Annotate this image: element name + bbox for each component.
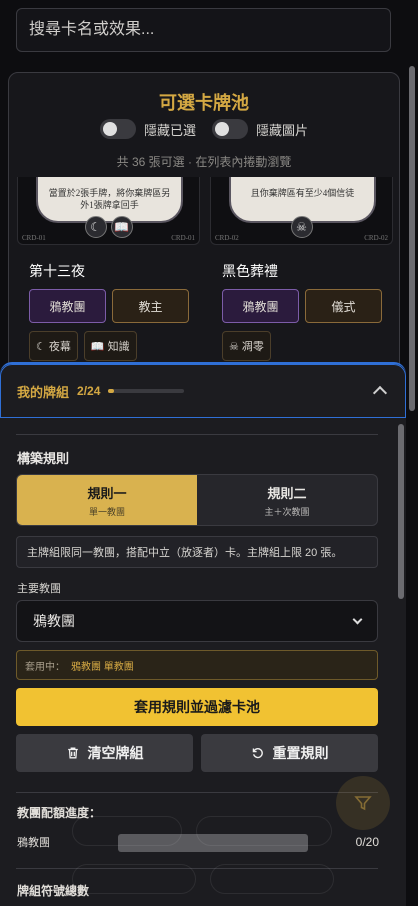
hide-selected-toggle[interactable]: [99, 119, 136, 139]
divider: [16, 792, 378, 793]
card-cult-tag: 鴉教團: [222, 289, 299, 323]
deck-title: 我的牌組: [17, 384, 70, 400]
reset-rules-button[interactable]: 重置規則: [201, 734, 378, 772]
chevron-up-icon[interactable]: [372, 385, 388, 401]
keyword-label: 凋零: [241, 341, 264, 353]
keyword-label: 夜幕: [48, 341, 71, 353]
keyword-badge: ☾ 夜幕: [29, 331, 78, 361]
ghost-button: [196, 816, 332, 846]
clear-deck-label: 清空牌組: [87, 745, 144, 761]
hide-images-toggle[interactable]: [212, 119, 248, 139]
keyword-badge: 📖 知識: [83, 331, 137, 361]
applying-value: 鴉教團 單教團: [71, 661, 134, 673]
search-box[interactable]: [16, 8, 391, 52]
rule-tabs: 規則一 單一教團 規則二 主＋次教團: [16, 474, 378, 526]
tab-rule-one-sub: 單一教團: [88, 506, 125, 517]
deck-header[interactable]: 我的牌組 2/24: [0, 364, 406, 418]
deck-scrollbar-thumb[interactable]: [398, 424, 404, 599]
tab-rule-one-label: 規則一: [87, 485, 127, 501]
ghost-button: [72, 864, 196, 894]
ghost-button: [72, 816, 182, 846]
page-scrollbar-thumb[interactable]: [409, 66, 415, 411]
hide-selected-label: 隱藏已選: [143, 122, 196, 138]
rule-description: 主牌組限同一教團，搭配中立（放逐者）卡。主牌組上限 20 張。: [16, 536, 378, 568]
divider: [16, 434, 378, 435]
ghost-button: [210, 864, 334, 894]
clear-deck-button[interactable]: 清空牌組: [16, 734, 193, 772]
card-pool-title: 可選卡牌池: [159, 93, 249, 113]
card-name: 黑色葬禮: [222, 263, 278, 279]
skull-icon: ☠: [290, 216, 313, 238]
reset-icon: [252, 748, 263, 759]
quota-cult-name: 鴉教團: [17, 837, 50, 849]
main-cult-label: 主要教團: [17, 583, 61, 595]
applying-label: 套用中：: [25, 661, 65, 673]
filter-fab[interactable]: [336, 776, 390, 830]
card-code-right: CRD-01: [171, 234, 195, 242]
tab-rule-one[interactable]: 規則一 單一教團: [17, 475, 197, 525]
card-art: 當置於2張手牌，將你棄牌區另外1張牌拿回手 ☾ 📖 CRD-01 CRD-01: [17, 177, 200, 245]
card-code-right: CRD-02: [364, 234, 388, 242]
card-type-tag: 儀式: [305, 289, 382, 323]
keyword-badge: ☠ 凋零: [222, 331, 271, 361]
deck-panel: 我的牌組 2/24 構築規則 規則一 單一教團 規則二 主＋次教團 主牌組限同一…: [0, 362, 406, 906]
card-item[interactable]: 當置於2張手牌，將你棄牌區另外1張牌拿回手 ☾ 📖 CRD-01 CRD-01 …: [17, 177, 200, 371]
card-art-icons: ☠: [290, 216, 313, 238]
pool-toggle-row: 隱藏已選 隱藏圖片: [9, 119, 399, 139]
card-art-icons: ☾ 📖: [84, 216, 133, 238]
build-rules-title: 構築規則: [17, 451, 70, 466]
card-code-left: CRD-01: [22, 234, 46, 242]
keyword-label: 知識: [107, 341, 130, 353]
card-code-left: CRD-02: [215, 234, 239, 242]
moon-icon: ☾: [36, 340, 46, 353]
quota-count: 0/20: [355, 835, 379, 849]
deck-progress-bar: [108, 389, 185, 393]
applying-status: 套用中： 鴉教團 單教團: [16, 650, 378, 680]
card-art: 且你棄牌區有至少4個信徒 ☠ CRD-02 CRD-02: [210, 177, 393, 245]
main-cult-select[interactable]: 鴉教團: [16, 600, 378, 642]
main-cult-value: 鴉教團: [33, 613, 75, 629]
search-input[interactable]: [17, 9, 390, 51]
skull-icon: ☠: [229, 340, 239, 353]
tab-rule-two-sub: 主＋次教團: [264, 506, 310, 517]
card-keyword-row: ☾ 夜幕 📖 知識: [29, 331, 137, 361]
card-item[interactable]: 且你棄牌區有至少4個信徒 ☠ CRD-02 CRD-02 黑色葬禮 鴉教團 儀式…: [210, 177, 393, 371]
filter-icon: [354, 796, 372, 811]
reset-rules-label: 重置規則: [272, 745, 329, 761]
card-art-text: 當置於2張手牌，將你棄牌區另外1張牌拿回手: [48, 188, 171, 210]
card-keyword-row: ☠ 凋零: [222, 331, 271, 361]
card-tag-row: 鴉教團 教主: [29, 289, 189, 323]
card-pool-panel: 可選卡牌池 隱藏已選 隱藏圖片 共 36 張可選 · 在列表內捲動瀏覽 當置於2…: [8, 72, 400, 372]
tab-rule-two[interactable]: 規則二 主＋次教團: [197, 475, 377, 525]
trash-icon: [67, 747, 78, 759]
tab-rule-two-label: 規則二: [267, 485, 307, 501]
card-tag-row: 鴉教團 儀式: [222, 289, 382, 323]
card-cult-tag: 鴉教團: [29, 289, 106, 323]
card-name: 第十三夜: [29, 263, 85, 279]
book-icon: 📖: [110, 216, 133, 238]
card-art-text: 且你棄牌區有至少4個信徒: [250, 188, 355, 198]
card-type-tag: 教主: [112, 289, 189, 323]
pool-summary: 共 36 張可選 · 在列表內捲動瀏覽: [116, 155, 292, 169]
hide-images-label: 隱藏圖片: [256, 122, 309, 138]
hide-images-toggle-group[interactable]: 隱藏圖片: [212, 119, 308, 139]
deck-count: 2/24: [77, 384, 101, 398]
book-icon: 📖: [90, 340, 105, 353]
deck-action-row: 清空牌組 重置規則: [16, 734, 378, 772]
moon-icon: ☾: [84, 216, 107, 238]
chevron-down-icon: [352, 614, 363, 624]
hide-selected-toggle-group[interactable]: 隱藏已選: [99, 119, 196, 139]
apply-rules-button[interactable]: 套用規則並過濾卡池: [16, 688, 378, 726]
deck-progress-fill: [108, 389, 115, 393]
